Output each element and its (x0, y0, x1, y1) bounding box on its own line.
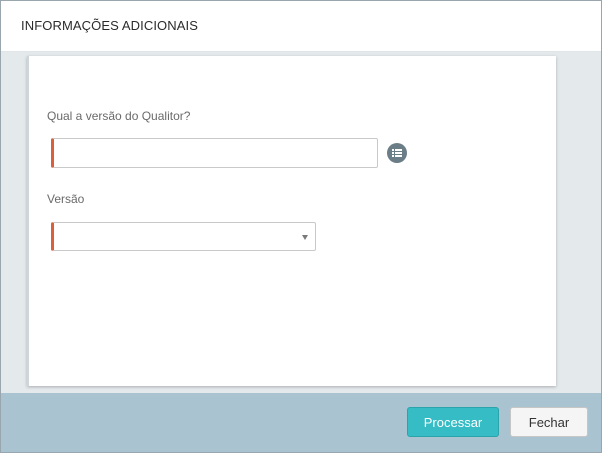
panel-left-edge (27, 56, 29, 386)
additional-info-dialog: INFORMAÇÕES ADICIONAIS Qual a versão do … (0, 0, 602, 453)
dialog-footer: Processar Fechar (1, 393, 601, 452)
version-label: Versão (47, 192, 85, 206)
form-panel: Qual a versão do Qualitor? Versão (27, 56, 556, 386)
list-icon-line (395, 155, 402, 157)
chevron-down-icon (302, 235, 308, 240)
list-icon-dot (392, 152, 394, 154)
version-select[interactable] (51, 222, 316, 251)
list-icon[interactable] (387, 143, 407, 163)
process-button[interactable]: Processar (407, 407, 499, 437)
dialog-header: INFORMAÇÕES ADICIONAIS (1, 1, 601, 52)
close-button[interactable]: Fechar (510, 407, 588, 437)
list-icon-dot (392, 155, 394, 157)
qualitor-version-input[interactable] (51, 138, 378, 168)
list-icon-line (395, 149, 402, 151)
qualitor-version-question-label: Qual a versão do Qualitor? (47, 109, 191, 123)
list-icon-dot (392, 149, 394, 151)
dialog-title: INFORMAÇÕES ADICIONAIS (21, 18, 199, 33)
dialog-body: Qual a versão do Qualitor? Versão (1, 52, 601, 393)
list-icon-line (395, 152, 402, 154)
